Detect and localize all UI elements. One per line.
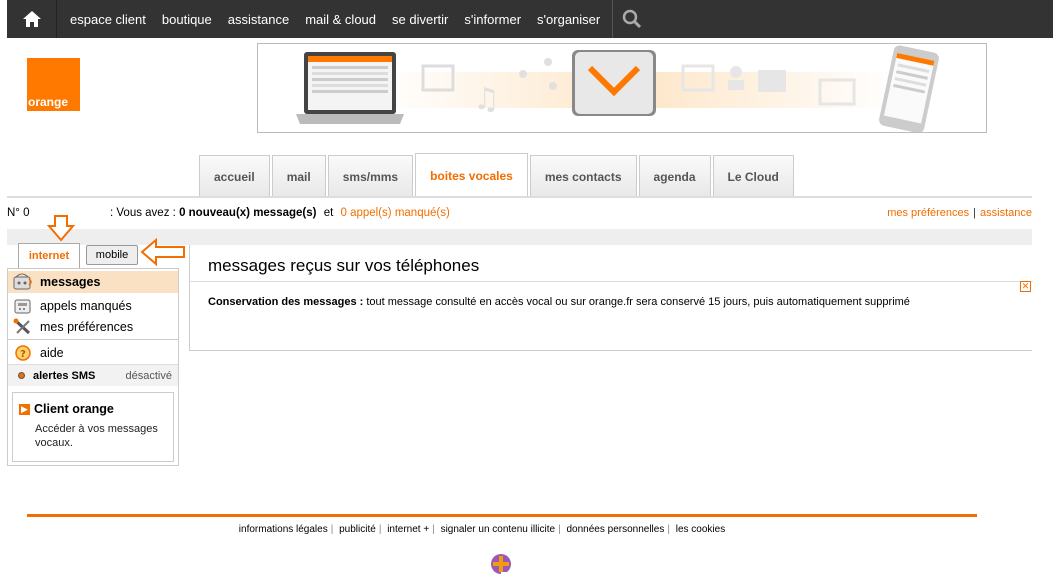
net-plus-sur-logo[interactable] xyxy=(487,547,515,577)
main-tabs: accueil mail sms/mms boites vocales mes … xyxy=(199,153,796,197)
search-icon xyxy=(622,9,641,29)
page-title: messages reçus sur vos téléphones xyxy=(208,256,480,275)
sms-alerts-row[interactable]: alertes SMS désactivé xyxy=(8,364,178,386)
close-icon[interactable]: ✕ xyxy=(1020,281,1031,292)
status-et: et xyxy=(323,207,334,219)
tab-mobile[interactable]: mobile xyxy=(86,245,138,265)
arrow-right-icon: ▶ xyxy=(19,403,30,415)
logo-text: orange xyxy=(28,95,69,109)
home-button[interactable] xyxy=(7,0,57,38)
search-button[interactable] xyxy=(612,0,650,38)
footer-link-signaler[interactable]: signaler un contenu illicite xyxy=(441,524,556,535)
menu-label-messages: messages xyxy=(40,275,101,289)
nav-se-divertir[interactable]: se divertir xyxy=(384,12,456,27)
nav-espace-client[interactable]: espace client xyxy=(62,12,154,27)
menu-label-appels-manques: appels manqués xyxy=(40,299,132,313)
status-dot-icon xyxy=(18,372,25,379)
down-arrow-annotation xyxy=(46,215,76,242)
menu-item-aide[interactable]: ? aide xyxy=(8,342,178,364)
conservation-label: Conservation des messages : xyxy=(208,296,364,308)
nav-s-informer[interactable]: s'informer xyxy=(456,12,529,27)
footer-links: informations légales | publicité | interne… xyxy=(238,524,726,535)
menu-item-messages[interactable]: messages xyxy=(8,271,178,293)
home-icon xyxy=(22,11,41,27)
tab-internet[interactable]: internet xyxy=(18,243,80,268)
missed-calls-icon xyxy=(12,297,34,315)
sms-alerts-status: désactivé xyxy=(125,369,172,382)
nav-boutique[interactable]: boutique xyxy=(154,12,220,27)
promo-banner[interactable]: ♫ xyxy=(257,43,987,133)
footer-divider xyxy=(27,514,977,517)
status-prefix: : Vous avez : xyxy=(110,207,176,219)
footer-link-internet-plus[interactable]: internet + xyxy=(387,524,429,535)
orange-logo[interactable]: orange xyxy=(27,58,80,111)
menu-divider xyxy=(8,339,178,340)
tab-agenda[interactable]: agenda xyxy=(638,155,711,197)
menu-item-appels-manques[interactable]: appels manqués xyxy=(8,295,178,317)
left-arrow-annotation xyxy=(140,238,185,266)
nav-mail-cloud[interactable]: mail & cloud xyxy=(297,12,384,27)
help-icon: ? xyxy=(12,344,34,362)
menu-label-aide: aide xyxy=(40,346,64,360)
svg-text:♫: ♫ xyxy=(473,82,500,117)
tab-le-cloud[interactable]: Le Cloud xyxy=(712,155,794,197)
menu-item-mes-preferences[interactable]: mes préférences xyxy=(8,316,178,338)
conservation-text: tout message consulté en accès vocal ou … xyxy=(363,296,910,308)
footer-link-cookies[interactable]: les cookies xyxy=(676,524,725,535)
tabs-underline xyxy=(7,196,1032,198)
title-divider xyxy=(190,281,1033,282)
conservation-notice: Conservation des messages : tout message… xyxy=(208,296,910,308)
voicemail-icon xyxy=(12,273,34,291)
main-content: messages reçus sur vos téléphones ✕ Cons… xyxy=(189,245,1033,351)
sms-alerts-label: alertes SMS xyxy=(33,369,96,382)
assistance-link[interactable]: assistance xyxy=(980,207,1032,219)
nav-s-organiser[interactable]: s'organiser xyxy=(529,12,608,27)
tab-accueil[interactable]: accueil xyxy=(199,155,270,197)
status-row: N° 0 : Vous avez : 0 nouveau(x) message(… xyxy=(7,207,1032,219)
preferences-link[interactable]: mes préférences xyxy=(887,207,969,219)
top-navigation-bar: espace client boutique assistance mail &… xyxy=(7,0,1053,38)
tab-sms-mms[interactable]: sms/mms xyxy=(327,155,414,197)
footer-link-publicite[interactable]: publicité xyxy=(339,524,376,535)
missed-calls-link[interactable]: 0 appel(s) manqué(s) xyxy=(340,207,449,219)
nav-assistance[interactable]: assistance xyxy=(220,12,297,27)
footer-link-donnees-personnelles[interactable]: données personnelles xyxy=(566,524,664,535)
menu-label-mes-preferences: mes préférences xyxy=(40,320,134,334)
tab-mail[interactable]: mail xyxy=(271,155,326,197)
client-orange-title: Client orange xyxy=(34,402,114,416)
tools-icon xyxy=(12,318,34,336)
footer-link-informations-legales[interactable]: informations légales xyxy=(239,524,328,535)
client-orange-text: Accéder à vos messages vocaux. xyxy=(35,423,158,449)
tab-boites-vocales[interactable]: boites vocales xyxy=(415,153,528,197)
left-menu: messages appels manqués mes préférences … xyxy=(7,268,179,466)
svg-text:?: ? xyxy=(20,349,26,360)
line-number: N° 0 xyxy=(7,207,30,219)
client-orange-box[interactable]: ▶ Client orange Accéder à vos messages v… xyxy=(12,392,174,462)
tab-mes-contacts[interactable]: mes contacts xyxy=(529,155,637,197)
new-messages-count: 0 nouveau(x) message(s) xyxy=(179,207,317,219)
banner-illustration: ♫ xyxy=(296,45,939,132)
